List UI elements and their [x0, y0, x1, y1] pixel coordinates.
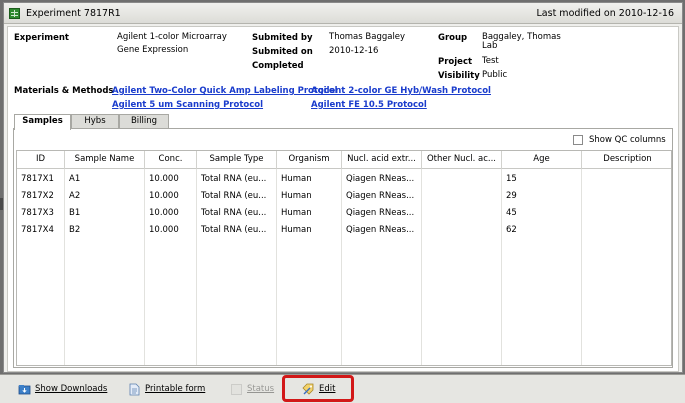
column-header-age[interactable]: Age: [502, 151, 582, 169]
column-header-sample-type[interactable]: Sample Type: [197, 151, 277, 169]
column-header-conc[interactable]: Conc.: [145, 151, 197, 169]
document-icon: [129, 383, 140, 396]
cell-sample-type: Total RNA (eu...: [201, 174, 267, 184]
protocol-link-quick-amp[interactable]: Agilent Two-Color Quick Amp Labeling Pro…: [112, 86, 338, 96]
cell-organism: Human: [281, 208, 312, 218]
cell-organism: Human: [281, 225, 312, 235]
column-header-organism[interactable]: Organism: [277, 151, 342, 169]
submitted-on-label: Submited on: [252, 47, 313, 57]
protocol-link-hyb-wash[interactable]: Agilent 2-color GE Hyb/Wash Protocol: [311, 86, 491, 96]
cell-sample-name: A2: [69, 191, 81, 201]
cell-sample-type: Total RNA (eu...: [201, 191, 267, 201]
table-row[interactable]: 7817X2 A2 10.000 Total RNA (eu... Human …: [17, 188, 671, 205]
disabled-status-label: Status: [247, 384, 275, 394]
group-label: Group: [438, 33, 468, 43]
show-qc-columns-label: Show QC columns: [589, 135, 666, 145]
cell-id: 7817X1: [21, 174, 54, 184]
materials-methods-label: Materials & Methods: [14, 86, 114, 96]
cell-sample-name: B2: [69, 225, 81, 235]
cell-other-nucl-acid: [422, 188, 502, 205]
cell-conc: 10.000: [149, 191, 179, 201]
samples-table: ID Sample Name Conc. Sample Type Organis…: [16, 150, 672, 366]
group-value-line2: Lab: [482, 41, 498, 51]
column-header-sample-name[interactable]: Sample Name: [65, 151, 145, 169]
cell-other-nucl-acid: [422, 205, 502, 222]
last-modified-text: Last modified on 2010-12-16: [536, 8, 675, 19]
title-bar: Experiment 7817R1 Last modified on 2010-…: [4, 3, 682, 24]
cell-organism: Human: [281, 174, 312, 184]
cell-other-nucl-acid: [422, 222, 502, 239]
tab-hybs[interactable]: Hybs: [71, 114, 119, 129]
cell-other-nucl-acid: [422, 171, 502, 188]
project-value: Test: [482, 56, 499, 66]
experiment-grid-icon: [9, 8, 20, 19]
submitted-by-value: Thomas Baggaley: [329, 32, 406, 42]
samples-tab-panel: Show QC columns ID Sample Name Conc. Sam…: [13, 128, 673, 368]
edit-label: Edit: [319, 384, 336, 394]
cell-sample-type: Total RNA (eu...: [201, 208, 267, 218]
status-icon: [231, 384, 242, 395]
column-header-description[interactable]: Description: [582, 151, 671, 169]
protocol-link-scanning[interactable]: Agilent 5 um Scanning Protocol: [112, 100, 263, 110]
table-row[interactable]: 7817X1 A1 10.000 Total RNA (eu... Human …: [17, 171, 671, 188]
tab-samples[interactable]: Samples: [14, 114, 71, 130]
cell-nucl-acid-extraction: Qiagen RNeas...: [346, 191, 415, 201]
column-header-nucl-acid-extraction[interactable]: Nucl. acid extr...: [342, 151, 422, 169]
show-downloads-label: Show Downloads: [35, 384, 108, 394]
cell-nucl-acid-extraction: Qiagen RNeas...: [346, 208, 415, 218]
cell-nucl-acid-extraction: Qiagen RNeas...: [346, 225, 415, 235]
protocol-link-fe[interactable]: Agilent FE 10.5 Protocol: [311, 100, 427, 110]
cell-description: [582, 205, 671, 222]
tab-billing[interactable]: Billing: [119, 114, 169, 129]
cell-id: 7817X2: [21, 191, 54, 201]
column-header-id[interactable]: ID: [17, 151, 65, 169]
cell-conc: 10.000: [149, 225, 179, 235]
column-header-other-nucl-acid[interactable]: Other Nucl. ac...: [422, 151, 502, 169]
edit-tag-icon: [302, 383, 314, 395]
cell-description: [582, 171, 671, 188]
experiment-type-line2: Gene Expression: [117, 45, 189, 55]
window-title: Experiment 7817R1: [26, 8, 121, 19]
table-row[interactable]: 7817X3 B1 10.000 Total RNA (eu... Human …: [17, 205, 671, 222]
cell-sample-name: B1: [69, 208, 81, 218]
project-label: Project: [438, 57, 473, 67]
experiment-detail-panel: Experiment Agilent 1-color Microarray Ge…: [7, 26, 679, 372]
cell-sample-type: Total RNA (eu...: [201, 225, 267, 235]
completed-label: Completed: [252, 61, 304, 71]
edit-highlight-box: [282, 375, 354, 402]
cell-age: 29: [506, 191, 517, 201]
bottom-toolbar: Show Downloads Printable form Status Edi…: [0, 374, 685, 403]
experiment-window: Experiment 7817R1 Last modified on 2010-…: [3, 2, 683, 373]
cell-id: 7817X4: [21, 225, 54, 235]
cell-description: [582, 222, 671, 239]
cell-age: 62: [506, 225, 517, 235]
table-header: ID Sample Name Conc. Sample Type Organis…: [17, 151, 671, 169]
visibility-value: Public: [482, 70, 508, 80]
visibility-label: Visibility: [438, 71, 480, 81]
printable-form-label: Printable form: [145, 384, 206, 394]
cell-description: [582, 188, 671, 205]
cell-organism: Human: [281, 191, 312, 201]
table-row[interactable]: 7817X4 B2 10.000 Total RNA (eu... Human …: [17, 222, 671, 239]
cell-sample-name: A1: [69, 174, 81, 184]
downloads-folder-icon: [18, 385, 31, 395]
cell-nucl-acid-extraction: Qiagen RNeas...: [346, 174, 415, 184]
resize-grip[interactable]: [0, 198, 3, 210]
experiment-type-line1: Agilent 1-color Microarray: [117, 32, 227, 42]
experiment-label: Experiment: [14, 33, 69, 43]
cell-conc: 10.000: [149, 174, 179, 184]
cell-conc: 10.000: [149, 208, 179, 218]
show-qc-columns-checkbox[interactable]: [573, 135, 583, 145]
submitted-on-value: 2010-12-16: [329, 46, 379, 56]
cell-age: 45: [506, 208, 517, 218]
cell-id: 7817X3: [21, 208, 54, 218]
submitted-by-label: Submited by: [252, 33, 313, 43]
cell-age: 15: [506, 174, 517, 184]
